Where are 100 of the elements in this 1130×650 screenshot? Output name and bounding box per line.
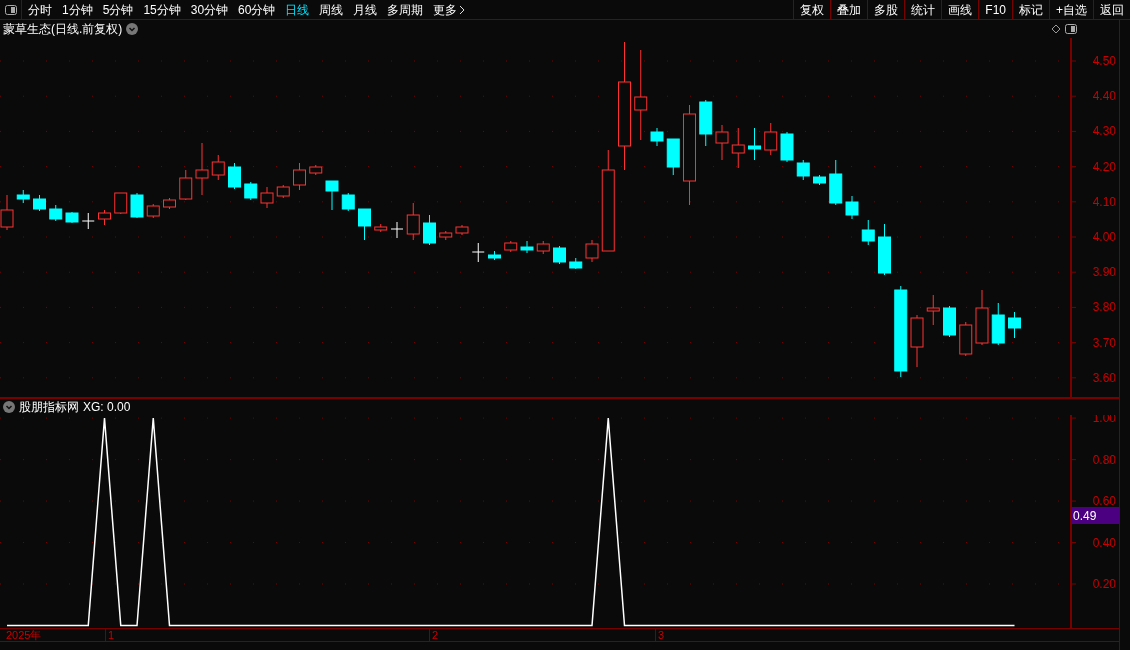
price-axis-label: 4.10 [1092,194,1116,209]
period-tab[interactable]: 15分钟 [143,0,181,19]
candlestick [228,162,241,190]
candlestick [114,192,128,215]
candlestick [796,159,810,181]
candlestick [81,212,95,230]
candlestick [16,189,30,204]
candlestick [1008,311,1021,339]
candlestick [211,154,225,181]
toolbar-button[interactable]: 叠加 [830,0,868,19]
toolbar-button[interactable]: 统计 [904,0,942,19]
candlestick [878,223,891,276]
candlestick [293,162,306,191]
candlestick [33,194,46,212]
candlestick [455,224,469,236]
candlestick [975,289,989,346]
year-label: 2025年 [6,629,42,641]
candlestick [585,239,599,263]
period-tab[interactable]: 月线 [353,0,378,19]
month-label: 2 [429,629,439,641]
period-tab[interactable]: 1分钟 [62,0,93,19]
toolbar-button[interactable]: 画线 [941,0,979,19]
price-axis-label: 3.90 [1092,265,1116,280]
month-label: 1 [105,629,115,641]
candlestick [260,186,274,209]
candlestick [309,164,323,176]
period-tab[interactable]: 分时 [28,0,52,19]
price-axis-label: 3.60 [1092,370,1116,385]
price-axis-label: 4.30 [1092,124,1116,139]
candlestick [926,294,940,326]
toolbar-button[interactable]: 标记 [1012,0,1049,19]
candlestick [748,127,761,161]
candlestick [65,211,79,224]
candlestick [423,214,436,246]
panel-toggle-icon[interactable] [1065,24,1077,34]
toolbar-button[interactable]: 多股 [867,0,905,19]
candlestick [845,195,859,220]
candlestick [943,305,956,338]
candlestick [488,250,501,261]
more-menu[interactable]: 更多 [433,0,466,19]
indicator-axis-label: 0.80 [1092,452,1116,467]
period-tab[interactable]: 60分钟 [238,0,276,19]
candlestick [374,223,388,233]
candlestick [98,209,111,226]
price-axis-label: 4.50 [1092,54,1116,68]
candlestick [390,221,404,239]
dropdown-icon[interactable] [126,23,139,35]
month-label: 3 [655,629,665,641]
candlestick [130,192,144,219]
candlestick [325,180,339,211]
indicator-axis-label: 0.40 [1092,535,1116,550]
indicator-name: 股朋指标网 [19,399,79,416]
period-tab[interactable]: 30分钟 [190,0,229,19]
candlestick [471,242,485,263]
candlestick [520,240,534,254]
dropdown-icon[interactable] [3,401,15,413]
toolbar-button[interactable]: 复权 [793,0,831,19]
candlestick [163,197,176,210]
chevron-right-icon [459,4,466,15]
candlestick [49,204,63,222]
period-tab[interactable]: 多周期 [387,0,424,19]
candlestick [991,302,1005,346]
period-tab[interactable]: 5分钟 [102,0,134,19]
candlestick [276,184,290,199]
candlestick [439,230,453,241]
candlestick [179,169,193,201]
price-axis-label: 3.80 [1092,300,1116,315]
toolbar-button[interactable]: F10 [978,0,1012,19]
toolbar-button[interactable]: 返回 [1093,0,1130,19]
candlestick [341,192,355,212]
candlestick [813,174,826,186]
candlestick [536,240,550,255]
candlestick [146,203,160,219]
candlestick [244,181,258,201]
candlestick [569,257,583,270]
candlestick [829,159,843,206]
candlestick [959,321,973,357]
period-tab[interactable]: 周线 [319,0,344,19]
price-axis-label: 4.20 [1092,159,1116,174]
candlestick [731,127,745,169]
candlestick [764,122,778,156]
indicator-reading: XG: 0.00 [83,399,131,416]
cursor-value-label: 0.49 [1071,507,1120,524]
candlestick [195,142,209,196]
candlestick [699,99,713,147]
toolbar-button[interactable]: +自选 [1049,0,1093,19]
period-tab[interactable]: 日线 [285,0,310,19]
candlestick [504,240,518,253]
indicator-axis-label: 0.20 [1092,577,1116,591]
diamond-icon[interactable] [1051,24,1061,34]
indicator-axis-label: 0.60 [1092,494,1116,509]
price-axis-label: 4.00 [1092,230,1116,244]
price-axis-label: 4.40 [1092,89,1116,104]
candlestick [666,138,680,176]
candlestick [553,245,566,265]
candlestick [715,124,729,161]
panel-toggle-icon [4,4,17,15]
candlestick [910,314,924,368]
candlestick [780,131,794,163]
candlestick [650,127,664,147]
